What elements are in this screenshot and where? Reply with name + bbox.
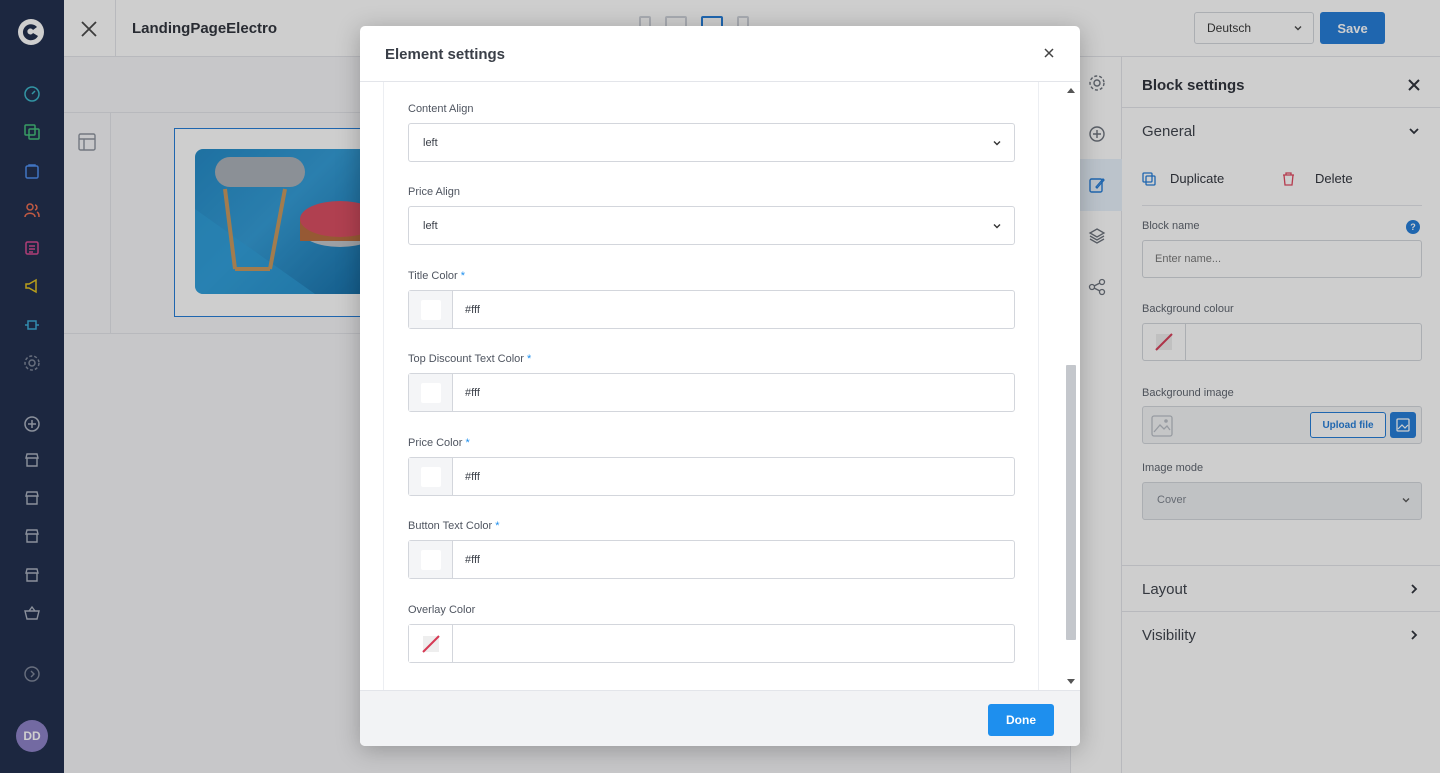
price-align-value: left	[423, 220, 438, 232]
required-marker: *	[460, 270, 466, 282]
top-discount-text-color-value: #fff	[465, 387, 480, 399]
scrollbar-thumb[interactable]	[1066, 365, 1076, 640]
modal-title: Element settings	[385, 46, 506, 63]
title-color-value: #fff	[465, 304, 480, 316]
color-preview	[420, 549, 441, 570]
scroll-up-icon[interactable]	[1067, 88, 1075, 93]
content-align-label: Content Align	[408, 103, 473, 115]
price-color-label-text: Price Color	[408, 437, 463, 449]
modal-body: Content Align left Price Align left Titl…	[360, 82, 1080, 690]
price-align-select[interactable]: left	[408, 206, 1015, 245]
price-align-label: Price Align	[408, 186, 460, 198]
title-color-swatch[interactable]	[409, 291, 453, 328]
element-settings-modal: Element settings Content Align left Pric…	[360, 26, 1080, 746]
overlay-color-label: Overlay Color	[408, 604, 475, 616]
content-align-label-text: Content Align	[408, 103, 474, 115]
top-discount-text-color-label: Top Discount Text Color *	[408, 353, 531, 365]
overlay-color-field[interactable]	[408, 624, 1015, 663]
color-preview	[420, 466, 441, 487]
price-color-swatch[interactable]	[409, 458, 453, 495]
required-marker: *	[527, 353, 532, 365]
overlay-color-label-text: Overlay Color	[408, 604, 476, 616]
price-color-label: Price Color *	[408, 437, 470, 449]
chevron-down-icon	[993, 224, 1001, 229]
overlay-color-swatch[interactable]	[409, 625, 453, 662]
top-discount-text-color-label-text: Top Discount Text Color	[408, 353, 524, 365]
no-color-icon	[421, 634, 440, 653]
required-marker: *	[495, 520, 500, 532]
price-align-label-text: Price Align	[408, 186, 460, 198]
scroll-down-icon[interactable]	[1067, 679, 1075, 684]
button-text-color-label: Button Text Color *	[408, 520, 500, 532]
chevron-down-icon	[993, 141, 1001, 146]
title-color-label: Title Color *	[408, 270, 465, 282]
price-color-field[interactable]: #fff	[408, 457, 1015, 496]
button-text-color-field[interactable]: #fff	[408, 540, 1015, 579]
required-marker: *	[465, 437, 470, 449]
button-text-color-value: #fff	[465, 554, 480, 566]
color-preview	[420, 299, 441, 320]
modal-header: Element settings	[360, 26, 1080, 82]
color-preview	[420, 382, 441, 403]
content-align-value: left	[423, 137, 438, 149]
title-color-field[interactable]: #fff	[408, 290, 1015, 329]
button-text-color-label-text: Button Text Color	[408, 520, 493, 532]
top-discount-text-color-swatch[interactable]	[409, 374, 453, 411]
button-text-color-swatch[interactable]	[409, 541, 453, 578]
modal-footer: Done	[360, 690, 1080, 746]
title-color-label-text: Title Color	[408, 270, 458, 282]
top-discount-text-color-field[interactable]: #fff	[408, 373, 1015, 412]
price-color-value: #fff	[465, 471, 480, 483]
close-icon[interactable]	[1044, 48, 1054, 58]
done-button[interactable]: Done	[988, 704, 1054, 736]
content-align-select[interactable]: left	[408, 123, 1015, 162]
